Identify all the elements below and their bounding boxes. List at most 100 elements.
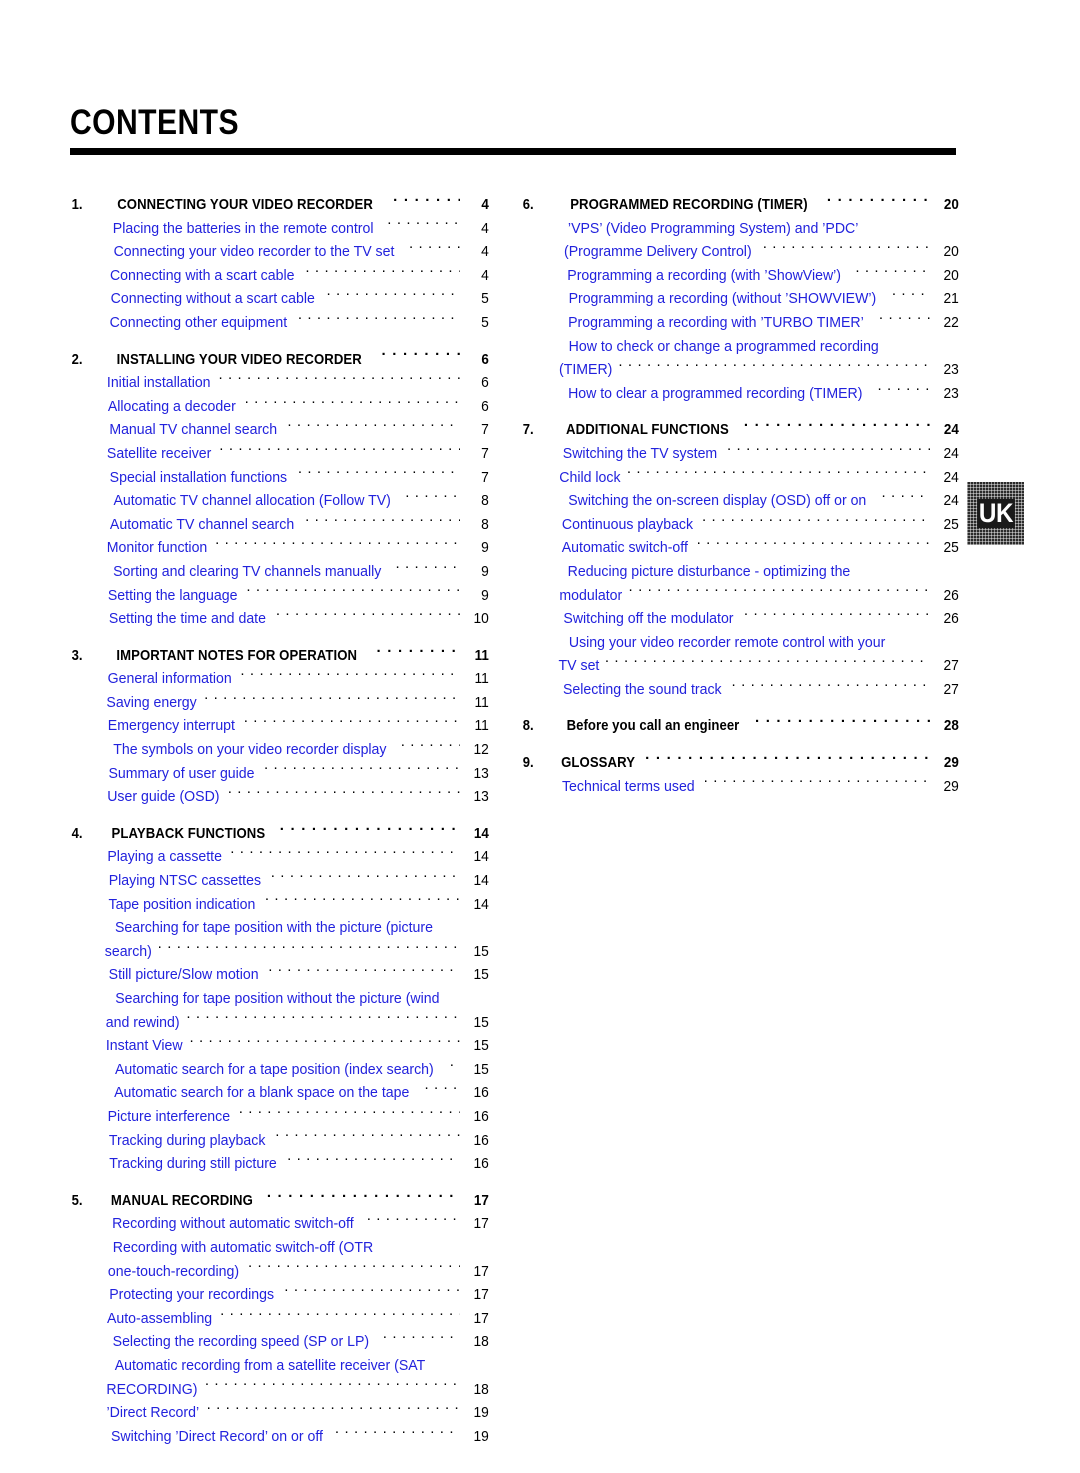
toc-entry-row[interactable]: .Connecting with a scart cable4 [70, 264, 490, 288]
toc-entry-row[interactable]: .Searching for tape position without the… [70, 987, 490, 1011]
toc-section-heading-row[interactable]: 5. MANUAL RECORDING 17 [70, 1189, 490, 1213]
toc-entry-row[interactable]: .Automatic TV channel search8 [70, 513, 490, 537]
toc-entry-row[interactable]: .How to check or change a programmed rec… [521, 335, 960, 359]
toc-entry-label: Auto-assembling [106, 1309, 213, 1327]
toc-section-heading-row[interactable]: 1. CONNECTING YOUR VIDEO RECORDER 4 [70, 193, 490, 217]
toc-entry-row[interactable]: .Automatic search for a blank space on t… [70, 1081, 490, 1105]
toc-entry-row[interactable]: .Tape position indication14 [70, 893, 490, 917]
toc-entry-row[interactable]: .Connecting other equipment5 [70, 311, 490, 335]
toc-entry-label: Switching off the modulator [563, 610, 734, 628]
toc-entry-row[interactable]: .’Direct Record’19 [70, 1401, 490, 1425]
toc-entry-row[interactable]: .RECORDING)18 [70, 1378, 490, 1402]
toc-section-heading-row[interactable]: 4. PLAYBACK FUNCTIONS 14 [70, 822, 490, 846]
toc-section-heading-row[interactable]: 6. PROGRAMMED RECORDING (TIMER) 20 [521, 193, 960, 217]
toc-entry-row[interactable]: .Monitor function9 [70, 536, 490, 560]
toc-entry-row[interactable]: .Sorting and clearing TV channels manual… [70, 560, 490, 584]
toc-entry-row[interactable]: .search)15 [70, 940, 490, 964]
toc-entry-row[interactable]: .’VPS’ (Video Programming System) and ’P… [521, 217, 960, 241]
toc-entry-row[interactable]: .Satellite receiver7 [70, 442, 490, 466]
toc-entry-row[interactable]: .Special installation functions7 [70, 466, 490, 490]
toc-page-number: 23 [943, 384, 959, 402]
toc-entry-row[interactable]: .Programming a recording with ’TURBO TIM… [521, 311, 960, 335]
toc-page-number: 11 [474, 647, 489, 664]
dot-leader [323, 287, 460, 303]
toc-entry-body: Protecting your recordings 17 [103, 1283, 490, 1307]
toc-entry-row[interactable]: .(Programme Delivery Control)20 [521, 240, 960, 264]
toc-entry-row[interactable]: .The symbols on your video recorder disp… [70, 738, 490, 762]
toc-entry-row[interactable]: .Placing the batteries in the remote con… [70, 217, 490, 241]
dot-leader [723, 442, 930, 458]
toc-section-heading-row[interactable]: 2. INSTALLING YOUR VIDEO RECORDER 6 [70, 348, 490, 372]
toc-entry-row[interactable]: .Switching off the modulator26 [521, 607, 960, 631]
toc-entry-row[interactable]: .Setting the language9 [70, 584, 490, 608]
toc-entry-row[interactable]: .modulator26 [521, 584, 960, 608]
toc-entry-row[interactable]: .(TIMER)23 [521, 358, 960, 382]
toc-entry-row[interactable]: .Picture interference16 [70, 1105, 490, 1129]
toc-entry-row[interactable]: .Still picture/Slow motion15 [70, 963, 490, 987]
toc-section-heading-row[interactable]: 7. ADDITIONAL FUNCTIONS 24 [521, 418, 960, 442]
toc-entry-row[interactable]: .Continuous playback25 [521, 513, 960, 537]
toc-entry-label: Monitor function [106, 539, 208, 557]
dot-leader [420, 1081, 460, 1097]
toc-entry-body: Playing a cassette 14 [103, 845, 490, 869]
toc-entry-row[interactable]: .Auto-assembling17 [70, 1307, 490, 1331]
toc-entry-row[interactable]: .Summary of user guide13 [70, 762, 490, 786]
dot-leader [625, 584, 930, 600]
toc-entry-row[interactable]: .How to clear a programmed recording (TI… [521, 382, 960, 406]
toc-entry-body: RECORDING) 18 [103, 1378, 490, 1402]
toc-entry-row[interactable]: .Tracking during still picture16 [70, 1152, 490, 1176]
toc-entry-row[interactable]: .Saving energy11 [70, 691, 490, 715]
toc-entry-row[interactable]: .Programming a recording (without ’SHOWV… [521, 287, 960, 311]
toc-entry-row[interactable]: .Automatic recording from a satellite re… [70, 1354, 490, 1378]
toc-entry-row[interactable]: .Automatic TV channel allocation (Follow… [70, 489, 490, 513]
dot-leader [301, 264, 460, 280]
toc-entry-row[interactable]: .Recording without automatic switch-off1… [70, 1212, 490, 1236]
toc-entry-body: Programming a recording with ’TURBO TIME… [557, 311, 960, 335]
toc-section-heading-row[interactable]: 8. Before you call an engineer 28 [521, 714, 960, 738]
toc-page-number: 21 [943, 290, 959, 308]
toc-entry-row[interactable]: .Playing NTSC cassettes14 [70, 869, 490, 893]
toc-entry-row[interactable]: .Manual TV channel search7 [70, 418, 490, 442]
toc-section-heading-row[interactable]: 9. GLOSSARY 29 [521, 751, 960, 775]
toc-entry-row[interactable]: .Automatic switch-off25 [521, 536, 960, 560]
toc-entry-body: Automatic search for a tape position (in… [103, 1058, 490, 1082]
toc-entry-row[interactable]: .Technical terms used29 [521, 775, 960, 799]
toc-section: 1.CONNECTING YOUR VIDEO RECORDER4.Placin… [70, 193, 490, 335]
toc-entry-row[interactable]: .Playing a cassette14 [70, 845, 490, 869]
toc-entry-body: Recording without automatic switch-off 17 [103, 1212, 490, 1236]
toc-entry-row[interactable]: .Selecting the sound track27 [521, 678, 960, 702]
toc-entry-row[interactable]: .Connecting without a scart cable5 [70, 287, 490, 311]
toc-entry-row[interactable]: .Switching ’Direct Record’ on or off19 [70, 1425, 490, 1449]
toc-entry-row[interactable]: .Reducing picture disturbance - optimizi… [521, 560, 960, 584]
toc-entry-row[interactable]: .Instant View15 [70, 1034, 490, 1058]
toc-entry-row[interactable]: .Programming a recording (with ’ShowView… [521, 264, 960, 288]
toc-entry-row[interactable]: .Using your video recorder remote contro… [521, 631, 960, 655]
toc-entry-row[interactable]: .TV set27 [521, 654, 960, 678]
toc-entry-row[interactable]: .Protecting your recordings17 [70, 1283, 490, 1307]
dot-leader [639, 751, 930, 767]
toc-entry-row[interactable]: .Initial installation6 [70, 371, 490, 395]
toc-entry-row[interactable]: .Searching for tape position with the pi… [70, 916, 490, 940]
toc-entry-row[interactable]: .Setting the time and date10 [70, 607, 490, 631]
toc-entry-row[interactable]: .Recording with automatic switch-off (OT… [70, 1236, 490, 1260]
toc-entry-row[interactable]: .Switching the TV system24 [521, 442, 960, 466]
toc-page-number: 4 [481, 243, 489, 261]
toc-section-heading-row[interactable]: 3. IMPORTANT NOTES FOR OPERATION 11 [70, 644, 490, 668]
dot-leader [261, 1189, 460, 1205]
toc-entry-row[interactable]: .and rewind)15 [70, 1011, 490, 1035]
toc-entry-row[interactable]: .Tracking during playback16 [70, 1129, 490, 1153]
toc-entry-row[interactable]: .Emergency interrupt11 [70, 714, 490, 738]
toc-entry-row[interactable]: .User guide (OSD)13 [70, 785, 490, 809]
toc-entry-body: modulator 26 [557, 584, 960, 608]
toc-entry-row[interactable]: .Automatic search for a tape position (i… [70, 1058, 490, 1082]
toc-entry-row[interactable]: .Selecting the recording speed (SP or LP… [70, 1330, 490, 1354]
toc-entry-row[interactable]: .Child lock24 [521, 466, 960, 490]
toc-entry-row[interactable]: .General information11 [70, 667, 490, 691]
toc-entry-label: Switching the TV system [562, 444, 718, 462]
toc-entry-label: Sorting and clearing TV channels manuall… [113, 562, 382, 580]
toc-entry-row[interactable]: .Switching the on-screen display (OSD) o… [521, 489, 960, 513]
toc-section: 5.MANUAL RECORDING17.Recording without a… [70, 1189, 490, 1449]
toc-entry-row[interactable]: .Allocating a decoder6 [70, 395, 490, 419]
toc-entry-row[interactable]: .one-touch-recording)17 [70, 1260, 490, 1284]
toc-entry-row[interactable]: .Connecting your video recorder to the T… [70, 240, 490, 264]
